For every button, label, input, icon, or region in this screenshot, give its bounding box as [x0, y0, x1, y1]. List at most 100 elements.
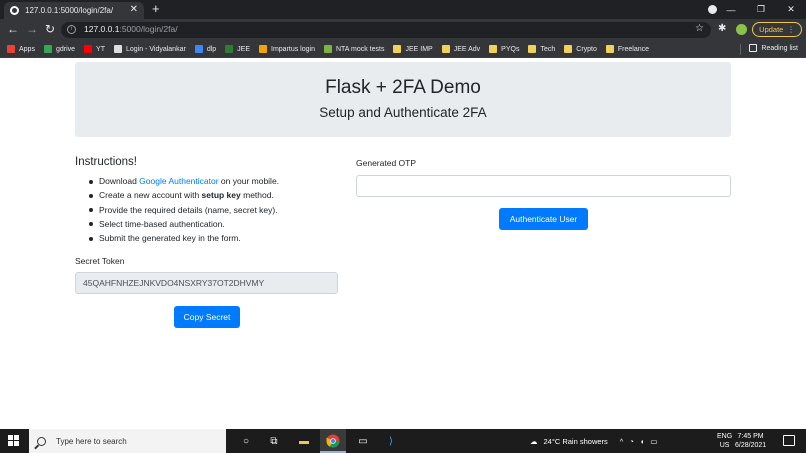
- bookmark-label: Login - Vidyalankar: [126, 45, 186, 53]
- bookmark-item[interactable]: PYQs: [489, 45, 519, 53]
- clock-date: 6/28/2021: [735, 442, 767, 449]
- bookmark-item[interactable]: JEE Adv: [441, 45, 480, 53]
- url-host: 127.0.0.1: [84, 24, 120, 34]
- instruction-step-2: Create a new account with setup key meth…: [89, 188, 339, 202]
- bookmark-item[interactable]: dlp: [194, 45, 217, 53]
- bookmark-item[interactable]: Apps: [7, 45, 35, 53]
- restore-icon[interactable]: ❐: [746, 4, 776, 15]
- instructions-column: Instructions! Download Google Authentica…: [75, 156, 339, 328]
- url-path: :5000/login/2fa/: [119, 24, 178, 34]
- browser-tab-strip: 127.0.0.1:5000/login/2fa/ ✕ + — ❐ ✕: [0, 0, 806, 19]
- clock-time: 7:45 PM: [737, 433, 764, 440]
- cortana-icon[interactable]: ○: [238, 433, 254, 449]
- instruction-step-4: Select time-based authentication.: [89, 217, 339, 231]
- bookmark-label: Crypto: [576, 45, 597, 53]
- bookmark-label: dlp: [206, 45, 217, 53]
- site-info-icon[interactable]: i: [67, 25, 76, 34]
- folder-icon: [489, 45, 498, 53]
- authenticate-user-button[interactable]: Authenticate User: [499, 208, 588, 230]
- bookmark-item[interactable]: Freelance: [605, 45, 650, 53]
- address-bar[interactable]: i 127.0.0.1:5000/login/2fa/ ☆: [61, 22, 711, 38]
- globe-icon: [10, 6, 19, 15]
- volume-icon[interactable]: ◖: [640, 437, 645, 446]
- bookmark-item[interactable]: Tech: [528, 45, 555, 53]
- bookmark-icon: [323, 45, 332, 53]
- bookmark-item[interactable]: Login - Vidyalankar: [114, 45, 186, 53]
- taskbar-search[interactable]: Type here to search: [29, 429, 226, 453]
- instruction-step-3: Provide the required details (name, secr…: [89, 203, 339, 217]
- secret-token-label: Secret Token: [75, 256, 125, 267]
- step2-bold: setup key: [201, 190, 241, 201]
- window-controls: — ❐ ✕: [716, 0, 806, 19]
- notification-icon[interactable]: [783, 435, 795, 446]
- keyboard-icon[interactable]: ▭: [650, 437, 657, 446]
- bookmark-item[interactable]: gdrive: [43, 45, 76, 53]
- tray-overflow-icon[interactable]: ^: [620, 437, 624, 446]
- otp-label: Generated OTP: [356, 158, 417, 168]
- bookmark-item[interactable]: JEE: [225, 45, 250, 53]
- header-jumbotron: Flask + 2FA Demo Setup and Authenticate …: [75, 62, 731, 137]
- bookmarks-divider: [740, 44, 741, 55]
- instructions-list: Download Google Authenticator on your mo…: [75, 174, 339, 245]
- bookmark-label: JEE: [237, 45, 250, 53]
- bookmark-star-icon[interactable]: ☆: [695, 23, 704, 34]
- close-tab-icon[interactable]: ✕: [130, 4, 138, 15]
- instruction-step-5: Submit the generated key in the form.: [89, 231, 339, 245]
- forward-icon[interactable]: →: [26, 22, 38, 37]
- bookmark-icon: [7, 45, 15, 53]
- page-subtitle: Setup and Authenticate 2FA: [319, 105, 487, 120]
- url-text[interactable]: 127.0.0.1:5000/login/2fa/: [84, 24, 178, 34]
- reading-list-label: Reading list: [761, 44, 798, 52]
- weather-text[interactable]: 24°C Rain showers: [544, 437, 608, 446]
- terminal-icon[interactable]: ▭: [355, 433, 371, 449]
- copy-secret-button[interactable]: Copy Secret: [174, 306, 240, 328]
- extensions-icon[interactable]: ✱: [718, 23, 726, 34]
- step1-post: on your mobile.: [218, 176, 280, 186]
- bookmark-item[interactable]: YT: [84, 45, 105, 53]
- close-window-icon[interactable]: ✕: [776, 4, 806, 15]
- secret-token-field: 45QAHFNHZEJNKVDO4NSXRY37OT2DHVMY: [75, 272, 338, 295]
- bookmark-label: Tech: [540, 45, 556, 53]
- browser-tab[interactable]: 127.0.0.1:5000/login/2fa/ ✕: [4, 2, 144, 19]
- step2-pre: Create a new account with: [99, 190, 202, 201]
- weather-icon[interactable]: ☁: [530, 437, 538, 446]
- folder-icon: [564, 45, 573, 53]
- bookmark-label: NTA mock tests: [335, 45, 385, 53]
- vscode-icon[interactable]: ⟩: [383, 433, 399, 449]
- otp-input[interactable]: [356, 175, 731, 197]
- bookmark-label: Freelance: [617, 45, 650, 53]
- windows-start-icon[interactable]: [8, 435, 19, 446]
- folder-icon: [605, 45, 614, 53]
- reload-icon[interactable]: ↻: [45, 22, 55, 37]
- taskbar-clock[interactable]: 7:45 PM 6/28/2021: [735, 432, 766, 450]
- task-view-icon[interactable]: ⧉: [266, 433, 282, 449]
- bookmark-item[interactable]: JEE IMP: [393, 45, 433, 53]
- file-explorer-icon[interactable]: ▬: [296, 433, 312, 449]
- step1-pre: Download: [99, 176, 140, 186]
- minimize-icon[interactable]: —: [716, 5, 746, 15]
- bookmark-item[interactable]: Impartus login: [259, 45, 315, 53]
- system-tray: ☁ 24°C Rain showers ^ ◔ ◖ ▭: [530, 429, 663, 453]
- bookmark-label: gdrive: [55, 45, 76, 53]
- avatar[interactable]: [736, 24, 747, 35]
- reading-list-button[interactable]: Reading list: [749, 44, 798, 52]
- bookmark-item[interactable]: NTA mock tests: [323, 45, 385, 53]
- instructions-title: Instructions!: [75, 156, 137, 168]
- update-button[interactable]: Update ⋮: [752, 22, 802, 37]
- tab-title: 127.0.0.1:5000/login/2fa/: [25, 6, 114, 15]
- back-icon[interactable]: ←: [7, 22, 19, 37]
- bookmark-item[interactable]: Crypto: [564, 45, 597, 53]
- bookmark-icon: [114, 45, 122, 53]
- search-icon: [37, 436, 46, 446]
- update-label: Update: [759, 25, 784, 34]
- menu-dots-icon: ⋮: [787, 25, 795, 34]
- language-indicator[interactable]: ENG US: [717, 432, 732, 450]
- bookmarks-bar: Apps gdrive YT Login - Vidyalankar dlp JEE Imp…: [0, 41, 806, 58]
- bookmark-icon: [194, 45, 203, 53]
- network-icon[interactable]: ◔: [629, 437, 634, 446]
- new-tab-icon[interactable]: +: [152, 2, 160, 16]
- step2-post: method.: [240, 190, 274, 201]
- google-authenticator-link[interactable]: Google Authenticator: [139, 176, 218, 186]
- otp-column: Generated OTP Authenticate User: [356, 158, 731, 230]
- bookmark-label: YT: [96, 45, 105, 53]
